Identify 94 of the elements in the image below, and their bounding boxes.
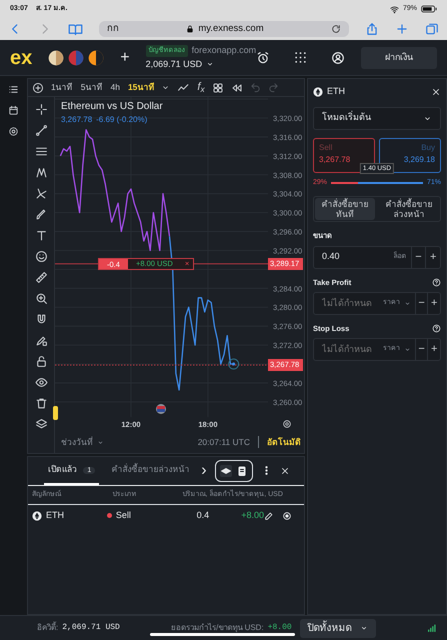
sell-dot-icon (106, 513, 112, 518)
date-range-button[interactable]: ช่วงวันที่ (61, 436, 93, 448)
ruler-icon[interactable] (34, 271, 48, 284)
signal-icon (426, 623, 437, 633)
close-position-icon[interactable] (282, 510, 292, 521)
add-instrument-button[interactable]: + (120, 46, 130, 70)
brush-icon[interactable] (34, 208, 48, 221)
auto-scale-button[interactable]: อัตโนมัติ (259, 436, 301, 448)
table-cell: +8.00 (241, 510, 264, 520)
symbol-title: ETH (327, 85, 345, 98)
order-type-tab[interactable]: คำสั่งซื้อขายทันที (315, 198, 375, 220)
lock-icon (186, 25, 194, 33)
alarm-icon[interactable] (256, 50, 270, 64)
bookmarks-icon[interactable] (68, 22, 83, 36)
decrement-button[interactable]: − (414, 339, 428, 360)
timeframe-tab[interactable]: 4h (110, 81, 120, 94)
profile-icon[interactable] (331, 50, 346, 64)
new-tab-icon[interactable] (395, 22, 409, 36)
scale-settings-icon[interactable] (282, 419, 292, 429)
url-text: my.exness.com (198, 22, 264, 36)
caret-icon[interactable] (97, 438, 104, 446)
crosshair-icon[interactable] (34, 103, 48, 116)
unlock-icon[interactable] (34, 355, 48, 368)
close-all-button[interactable]: ปิดทั้งหมด (300, 618, 376, 638)
increment-button[interactable]: + (427, 339, 440, 360)
close-icon[interactable] (431, 86, 441, 97)
trash-icon[interactable] (34, 397, 48, 410)
parallel-lines-icon[interactable] (34, 145, 48, 158)
instrument-icon (68, 50, 84, 66)
add-indicator-icon[interactable] (32, 82, 44, 94)
table-cell-text: Sell (116, 509, 131, 522)
chart-title: Ethereum vs US Dollar (61, 101, 163, 114)
timeframe-tab[interactable]: 15นาที (128, 81, 154, 94)
edit-icon[interactable] (264, 510, 274, 521)
caret-icon (360, 624, 368, 632)
reload-icon[interactable] (330, 24, 341, 34)
more-tabs-button[interactable]: › (201, 458, 207, 483)
fork-icon[interactable] (34, 187, 48, 200)
increment-button[interactable]: + (427, 292, 440, 314)
wifi-icon (390, 4, 399, 14)
quote-change: -6.69 (-0.20%) (96, 114, 148, 126)
help-icon[interactable] (432, 278, 441, 287)
reader-button[interactable]: กก (107, 22, 119, 36)
layout-icon[interactable] (212, 82, 224, 94)
decrement-button[interactable]: − (414, 292, 428, 314)
positions-tab[interactable]: คำสั่งซื้อขายล่วงหน้า (107, 457, 194, 484)
account-balance[interactable]: 2,069.71 USD (146, 58, 202, 71)
instrument-icon (88, 50, 104, 66)
total-pl-label: ยอดรวมกำไร/ขาดทุน USD: (171, 622, 264, 634)
address-field[interactable]: กก my.exness.com (99, 21, 349, 37)
eye-icon[interactable] (34, 376, 48, 389)
list-icon[interactable] (8, 84, 19, 95)
clipboard-icon[interactable] (236, 464, 248, 477)
decrement-button[interactable]: − (410, 246, 426, 268)
eth-icon (32, 510, 42, 521)
replay-icon[interactable] (230, 82, 243, 94)
total-pl-value: +8.00 (268, 622, 292, 634)
account-site: forexonapp.com (192, 44, 256, 57)
zoom-in-icon[interactable] (34, 292, 48, 305)
equity-label: อิควิตี้: (37, 622, 58, 634)
apps-icon[interactable] (294, 51, 308, 64)
smiley-icon[interactable] (34, 250, 48, 263)
instrument-icon (48, 50, 64, 66)
timeframe-tab[interactable]: 1นาที (51, 81, 73, 94)
share-icon[interactable] (365, 22, 379, 36)
deposit-button[interactable]: ฝากเงิน (361, 46, 437, 68)
layers-icon[interactable] (34, 418, 48, 431)
equity-value: 2,069.71 USD (62, 622, 120, 634)
calendar-icon[interactable] (8, 105, 19, 116)
settings-icon[interactable] (8, 126, 19, 137)
event-flag-icon[interactable] (156, 404, 166, 414)
collapse-handle[interactable] (53, 406, 58, 420)
caret-icon[interactable] (404, 300, 411, 307)
increment-button[interactable]: + (425, 246, 440, 268)
text-tool-icon[interactable] (34, 229, 48, 242)
close-icon[interactable] (280, 466, 290, 476)
table-cell: 0.4 (196, 510, 210, 520)
last-price-marker (228, 358, 240, 370)
magnet-icon[interactable] (34, 313, 48, 326)
chart-clock: 20:07:11 UTC (198, 436, 259, 448)
trend-line-icon[interactable] (34, 124, 48, 137)
pencil-lock-icon[interactable] (34, 334, 48, 347)
tabs-icon[interactable] (425, 22, 439, 36)
pattern-icon[interactable] (34, 166, 48, 179)
timeframe-tab[interactable]: 5นาที (80, 81, 102, 94)
eth-icon (313, 86, 323, 97)
mode-dropdown[interactable]: โหมดเริ่มต้น (313, 106, 441, 130)
help-icon[interactable] (432, 324, 441, 333)
quote-price: 3,267.78 (61, 114, 92, 126)
table-cell-text: ETH (46, 509, 64, 522)
indicators-button[interactable]: f$_{x}$ (197, 82, 205, 93)
caret-icon[interactable] (404, 346, 411, 354)
order-type-tab[interactable]: คำสั่งซื้อขายล่วงหน้า (379, 198, 439, 220)
logo: ex (10, 48, 32, 68)
